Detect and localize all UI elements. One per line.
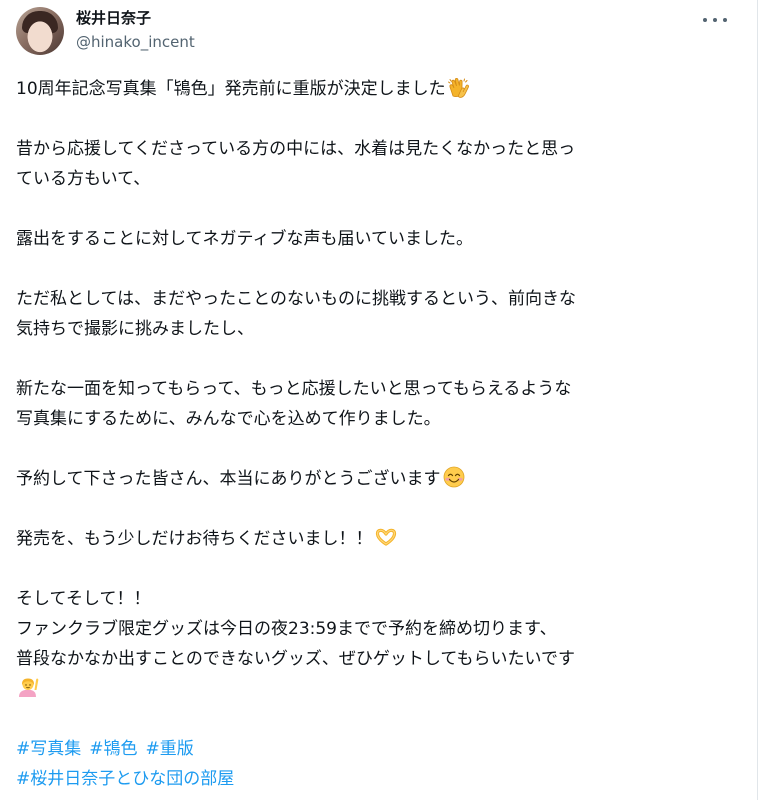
avatar[interactable] xyxy=(16,7,64,55)
avatar-face xyxy=(16,7,64,55)
more-options-icon[interactable] xyxy=(703,10,727,30)
hashtag-link[interactable]: #桜井日奈子とひな団の部屋 xyxy=(16,769,234,789)
tweet-line: 予約して下さった皆さん、本当にありがとうございます xyxy=(16,464,722,494)
tweet-line-text: 予約して下さった皆さん、本当にありがとうございます xyxy=(16,469,441,489)
tweet-line: 昔から応援してくださっている方の中には、水着は見たくなかったと思っ xyxy=(16,139,576,159)
tweet-text: 10周年記念写真集「鴇色」発売前に重版が決定しました 昔から応援してくださってい… xyxy=(16,74,722,794)
tweet-line: 10周年記念写真集「鴇色」発売前に重版が決定しました xyxy=(16,74,722,104)
hashtag-link[interactable]: #写真集 xyxy=(16,739,81,759)
hashtag-link[interactable]: #重版 xyxy=(146,739,194,759)
clapping-hands-icon xyxy=(447,77,469,98)
tweet-line: 写真集にするために、みんなで心を込めて作りました。 xyxy=(16,409,441,429)
heart-hands-icon xyxy=(375,528,396,546)
hashtag-row: #写真集 #鴇色 #重版 xyxy=(16,734,722,764)
tweet-line: ただ私としては、まだやったことのないものに挑戦するという、前向きな xyxy=(16,289,576,309)
tweet-line xyxy=(16,674,722,704)
tweet-line: 露出をすることに対してネガティブな声も届いていました。 xyxy=(16,229,473,249)
hashtag-row: #桜井日奈子とひな団の部屋 xyxy=(16,764,722,794)
tweet-line-text: 10周年記念写真集「鴇色」発売前に重版が決定しました xyxy=(16,79,446,99)
person-raising-hand-icon xyxy=(19,678,39,697)
author-display-name[interactable]: 桜井日奈子 xyxy=(76,8,151,28)
hashtag-link[interactable]: #鴇色 xyxy=(89,739,137,759)
tweet-line: 発売を、もう少しだけお待ちくださいまし！！ xyxy=(16,524,722,554)
tweet-line-text: 発売を、もう少しだけお待ちくださいまし！！ xyxy=(16,529,373,549)
tweet-line: ファンクラブ限定グッズは今日の夜23:59までで予約を締め切ります、 xyxy=(16,619,557,639)
tweet-line: そしてそして！！ xyxy=(16,589,151,609)
tweet-line: 普段なかなか出すことのできないグッズ、ぜひゲットしてもらいたいです xyxy=(16,649,575,669)
tweet-line: ている方もいて、 xyxy=(16,169,151,189)
author-handle[interactable]: @hinako_incent xyxy=(76,32,195,52)
tweet-card: 桜井日奈子 @hinako_incent 10周年記念写真集「鴇色」発売前に重版… xyxy=(0,0,758,800)
tweet-line: 新たな一面を知ってもらって、もっと応援したいと思ってもらえるような xyxy=(16,379,572,399)
smiling-face-icon xyxy=(443,466,464,488)
tweet-line: 気持ちで撮影に挑みましたし、 xyxy=(16,319,254,339)
